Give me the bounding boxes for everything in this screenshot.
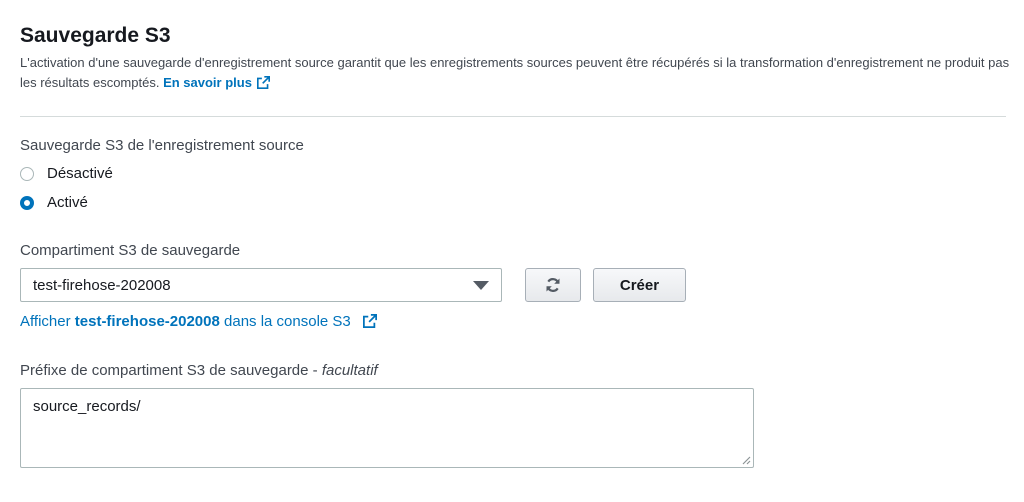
radio-enabled[interactable]: Activé [20, 194, 88, 211]
console-link-bucket: test-firehose-202008 [74, 313, 220, 330]
radio-enabled-label: Activé [47, 194, 88, 211]
prefix-label-text: Préfixe de compartiment S3 de sauvegarde… [20, 362, 318, 379]
radio-enabled-circle[interactable] [20, 195, 34, 210]
refresh-icon [546, 278, 560, 292]
refresh-button[interactable] [525, 268, 581, 302]
source-backup-label: Sauvegarde S3 de l'enregistrement source [20, 137, 304, 154]
bucket-select[interactable]: test-firehose-202008 [20, 268, 502, 302]
radio-disabled[interactable]: Désactivé [20, 165, 113, 182]
console-link-prefix: Afficher [20, 313, 71, 330]
section-title: Sauvegarde S3 [20, 24, 171, 47]
external-link-icon [256, 76, 270, 89]
external-link-icon [362, 314, 377, 328]
console-link-suffix: dans la console S3 [224, 313, 351, 330]
resize-grip-icon[interactable] [741, 455, 751, 465]
section-description: L'activation d'une sauvegarde d'enregist… [20, 53, 1010, 93]
radio-disabled-circle[interactable] [20, 166, 34, 181]
prefix-textarea[interactable]: source_records/ [20, 388, 754, 468]
bucket-label: Compartiment S3 de sauvegarde [20, 242, 241, 259]
dropdown-caret-icon [473, 281, 489, 290]
view-in-console-link[interactable]: Afficher test-firehose-202008 dans la co… [20, 313, 377, 330]
prefix-optional-text: facultatif [321, 362, 378, 379]
bucket-select-value: test-firehose-202008 [33, 276, 171, 294]
create-button[interactable]: Créer [593, 268, 686, 302]
radio-disabled-label: Désactivé [47, 165, 113, 182]
learn-more-link[interactable]: En savoir plus [163, 75, 270, 90]
learn-more-label: En savoir plus [163, 75, 252, 90]
divider [20, 116, 1006, 117]
prefix-label: Préfixe de compartiment S3 de sauvegarde… [20, 362, 378, 379]
